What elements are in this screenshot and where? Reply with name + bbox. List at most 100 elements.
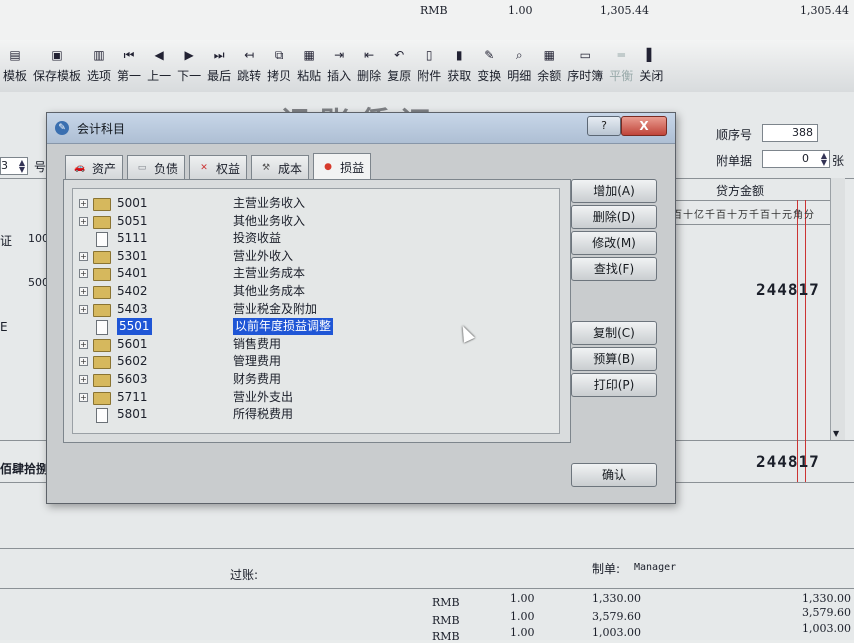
account-row[interactable]: +5401 主营业务成本 (73, 265, 553, 282)
tab-liabilities[interactable]: ▭ 负债 (127, 155, 186, 180)
toolbar-button-balance-scale[interactable]: ═ 平衡 (606, 40, 636, 88)
account-row[interactable]: +5601 销售费用 (73, 336, 553, 353)
toolbar-button-jump[interactable]: ↤ 跳转 (234, 40, 264, 88)
toolbar-button-attachment[interactable]: ▯ 附件 (414, 40, 444, 88)
account-code: 5401 (117, 266, 148, 281)
confirm-button[interactable]: 确认 (571, 463, 657, 487)
toolbar-label: 获取 (447, 69, 472, 83)
account-code: 5402 (117, 284, 148, 298)
toolbar-button-next[interactable]: ▶ 下一 (174, 40, 204, 88)
expand-icon[interactable]: + (79, 269, 88, 279)
toolbar-button-journal[interactable]: ▭ 序时簿 (564, 40, 606, 88)
grid-line (0, 588, 854, 589)
previous-icon: ◀ (154, 48, 164, 62)
toolbar-button-restore[interactable]: ↶ 复原 (384, 40, 414, 88)
toolbar-button-previous[interactable]: ◀ 上一 (144, 40, 174, 88)
document-icon (96, 232, 108, 248)
account-code: 5111 (117, 231, 148, 246)
seq-value: 388 (792, 126, 813, 139)
expand-icon[interactable]: + (79, 392, 88, 402)
credit-amount-total: 244817 (756, 452, 820, 471)
toolbar-button-save-template[interactable]: ▣ 保存模板 (30, 40, 84, 88)
toolbar-button-insert[interactable]: ⇥ 插入 (324, 40, 354, 88)
toolbar-button-copy[interactable]: ⧉ 拷贝 (264, 40, 294, 88)
account-row[interactable]: 5501 以前年度损益调整 (73, 318, 553, 336)
tab-label: 权益 (216, 161, 241, 176)
attach-stepper[interactable]: 0 ▲ ▼ (762, 150, 830, 168)
scroll-down-icon[interactable]: ▼ (833, 429, 839, 438)
budget-button[interactable]: 预算(B) (571, 347, 657, 371)
account-row[interactable]: +5403 营业税金及附加 (73, 301, 553, 318)
find-button[interactable]: 查找(F) (571, 257, 657, 281)
tab-cost[interactable]: ⚒ 成本 (251, 155, 310, 180)
toolbar-label: 最后 (207, 69, 232, 83)
modify-button[interactable]: 修改(M) (571, 231, 657, 255)
document-icon (96, 408, 108, 424)
account-row[interactable]: +5001 主营业务收入 (73, 195, 553, 212)
options-icon: ▥ (93, 48, 105, 62)
attachment-icon: ▯ (425, 48, 433, 62)
tab-equity[interactable]: ✕ 权益 (189, 155, 248, 180)
tab-assets[interactable]: 🚗 资产 (65, 155, 124, 180)
account-row[interactable]: 5801 所得税费用 (73, 406, 553, 424)
toolbar-button-balance[interactable]: ▦ 余额 (534, 40, 564, 88)
account-row[interactable]: +5711 营业外支出 (73, 389, 553, 406)
voucher-number-stepper[interactable]: 3 ▲ ▼ (0, 157, 28, 175)
account-row[interactable]: +5603 财务费用 (73, 371, 553, 388)
first-icon: ⏮ (123, 48, 135, 62)
account-code: 5001 (117, 196, 148, 210)
expand-icon[interactable]: + (79, 357, 88, 367)
folder-icon (93, 286, 111, 299)
account-row[interactable]: +5402 其他业务成本 (73, 283, 553, 300)
toolbar-label: 选项 (87, 69, 112, 83)
help-button[interactable]: ? (587, 116, 621, 136)
delete-button[interactable]: 删除(D) (571, 205, 657, 229)
grid-scrollbar[interactable]: ▼ (830, 178, 845, 440)
account-row[interactable]: 5111 投资收益 (73, 230, 553, 248)
toolbar-label: 变换 (477, 69, 502, 83)
amount-units-header: 百十亿千百十万千百十元角分 (672, 210, 815, 221)
account-name: 营业外收入 (233, 248, 294, 263)
toolbar-button-first[interactable]: ⏮ 第一 (114, 40, 144, 88)
print-button[interactable]: 打印(P) (571, 373, 657, 397)
row3-rate: 1.00 (510, 626, 535, 639)
copy-button[interactable]: 复制(C) (571, 321, 657, 345)
expand-icon[interactable]: + (79, 375, 88, 384)
add-button[interactable]: 增加(A) (571, 179, 657, 203)
toolbar-button-delete[interactable]: ⇤ 删除 (354, 40, 384, 88)
expand-icon[interactable]: + (79, 339, 88, 349)
stepper-arrows-icon[interactable]: ▲ ▼ (19, 159, 25, 174)
expand-icon[interactable]: + (79, 287, 88, 296)
tab-label: 成本 (278, 161, 303, 176)
stepper-arrows-icon[interactable]: ▲ ▼ (821, 152, 827, 167)
toolbar-button-template[interactable]: ▤ 模板 (0, 40, 30, 88)
account-row[interactable]: +5051 其他业务收入 (73, 213, 553, 230)
expand-icon[interactable]: + (79, 216, 88, 226)
account-name: 销售费用 (233, 336, 282, 351)
expand-icon[interactable]: + (79, 199, 88, 208)
toolbar-button-transform[interactable]: ✎ 变换 (474, 40, 504, 88)
toolbar-button-options[interactable]: ▥ 选项 (84, 40, 114, 88)
account-row[interactable]: +5602 管理费用 (73, 353, 553, 370)
account-code: 5601 (117, 336, 148, 351)
folder-icon (93, 356, 111, 370)
close-button[interactable]: X (621, 116, 667, 136)
maker-label: 制单: (592, 562, 621, 576)
tab-label: 资产 (92, 161, 117, 176)
toolbar-button-last[interactable]: ⏭ 最后 (204, 40, 234, 88)
toolbar-label: 粘贴 (297, 69, 322, 83)
folder-icon (93, 268, 111, 282)
save-template-icon: ▣ (51, 48, 63, 62)
toolbar-button-close-door[interactable]: ▌ 关闭 (636, 40, 666, 88)
expand-icon[interactable]: + (79, 304, 88, 314)
toolbar-button-paste[interactable]: ▦ 粘贴 (294, 40, 324, 88)
seq-field[interactable]: 388 (762, 124, 818, 142)
toolbar-button-detail[interactable]: ⌕ 明细 (504, 40, 534, 88)
expand-icon[interactable]: + (79, 251, 88, 261)
dialog-titlebar[interactable]: ✎ 会计科目 ? X (47, 113, 675, 144)
account-row[interactable]: +5301 营业外收入 (73, 248, 553, 265)
toolbar-label: 关闭 (639, 69, 664, 83)
delete-icon: ⇤ (364, 48, 375, 62)
tab-profit-loss[interactable]: ● 损益 (313, 153, 372, 180)
toolbar-button-fetch[interactable]: ▮ 获取 (444, 40, 474, 88)
